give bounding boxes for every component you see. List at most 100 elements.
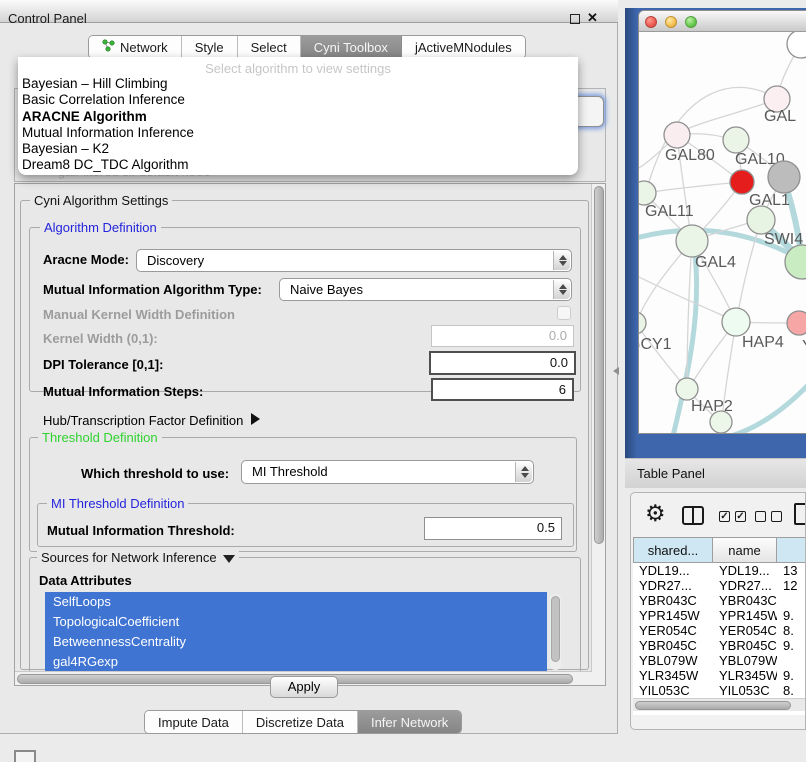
network-window-titlebar <box>639 11 806 32</box>
algorithm-option-2[interactable]: Basic Correlation Inference <box>18 92 578 108</box>
data-attribute-item[interactable]: TopologicalCoefficient <box>45 612 547 632</box>
table-cell: 8. <box>777 623 806 638</box>
manual-kernel-width-label: Manual Kernel Width Definition <box>43 307 235 322</box>
algorithm-option-3[interactable]: ARACNE Algorithm <box>18 109 578 125</box>
close-icon[interactable]: ✕ <box>587 10 598 26</box>
node-label: GAL11 <box>645 203 694 220</box>
column-header[interactable]: shared... <box>633 537 713 563</box>
table-header-row: shared...name <box>633 537 806 563</box>
table-row[interactable]: YBR045CYBR045C9. <box>633 638 806 653</box>
data-attribute-item[interactable]: SelfLoops <box>45 592 547 612</box>
table-row[interactable]: YLR345WYLR345W9. <box>633 668 806 683</box>
node-label: HAP4 <box>742 334 784 351</box>
tab-discretize-data[interactable]: Discretize Data <box>243 711 358 733</box>
select-all-checkboxes-icon[interactable]: ✓ ✓ <box>719 511 746 522</box>
tab-jactivemnodules[interactable]: jActiveMNodules <box>402 36 525 58</box>
minimize-traffic-light-icon[interactable] <box>665 16 677 28</box>
network-canvas[interactable]: GALGAL80GAL10GAL1GAL11SWI4GAL4GCY1HAP4YH… <box>639 32 806 434</box>
table-horizontal-scrollbar[interactable] <box>633 698 806 711</box>
stepper-icon <box>515 462 532 482</box>
tab-impute-data[interactable]: Impute Data <box>145 711 243 733</box>
network-node-gal80[interactable] <box>664 122 690 148</box>
table-cell: YBR043C <box>713 593 777 608</box>
hub-definition-expander[interactable]: Hub/Transcription Factor Definition <box>43 413 260 428</box>
settings-vertical-scrollbar[interactable] <box>591 184 605 685</box>
network-node-gal11[interactable] <box>639 181 656 205</box>
columns-icon[interactable] <box>682 506 704 525</box>
float-window-icon[interactable] <box>570 14 580 24</box>
sources-group-title[interactable]: Sources for Network Inference <box>37 550 239 565</box>
network-node[interactable] <box>787 32 806 58</box>
algorithm-option-5[interactable]: Bayesian – K2 <box>18 141 578 157</box>
document-icon[interactable] <box>794 503 806 525</box>
table-row[interactable]: YIL053CYIL053C8. <box>633 683 806 698</box>
apply-button[interactable]: Apply <box>270 676 338 698</box>
tab-network[interactable]: Network <box>89 36 182 58</box>
tab-select[interactable]: Select <box>238 36 301 58</box>
algorithm-option-4[interactable]: Mutual Information Inference <box>18 125 578 141</box>
scrollbar-thumb[interactable] <box>635 701 791 710</box>
tab-cyni-toolbox[interactable]: Cyni Toolbox <box>301 36 402 58</box>
kernel-width-field[interactable]: 0.0 <box>431 325 574 347</box>
mi-threshold-field[interactable]: 0.5 <box>424 517 562 540</box>
dpi-tolerance-label: DPI Tolerance [0,1]: <box>43 357 163 372</box>
table-row[interactable]: YDL19...YDL19...13 <box>633 563 806 578</box>
table-row[interactable]: YDR27...YDR27...12 <box>633 578 806 593</box>
table-cell: 9. <box>777 638 806 653</box>
collapse-down-icon <box>223 555 235 563</box>
table-settings-gear-icon[interactable]: ⚙ <box>645 500 666 527</box>
column-header[interactable]: name <box>713 537 777 563</box>
settings-content: Cyni Algorithm Settings Algorithm Defini… <box>16 185 592 671</box>
network-node-swi4[interactable] <box>747 206 775 234</box>
table-cell: YDR27... <box>633 578 713 593</box>
network-edge[interactable] <box>639 272 733 320</box>
scrollbar-thumb[interactable] <box>594 186 604 544</box>
table-row[interactable]: YBR043CYBR043C <box>633 593 806 608</box>
table-cell <box>777 593 806 608</box>
which-threshold-combobox[interactable]: MI Threshold <box>241 460 534 484</box>
close-traffic-light-icon[interactable] <box>645 16 657 28</box>
dpi-tolerance-field[interactable]: 0.0 <box>429 351 576 375</box>
data-attributes-list: SelfLoopsTopologicalCoefficientBetweenne… <box>45 592 547 671</box>
cyni-group-title: Cyni Algorithm Settings <box>30 193 172 208</box>
manual-kernel-width-checkbox[interactable] <box>557 306 571 320</box>
network-node[interactable] <box>710 411 732 433</box>
minimized-panel-icon[interactable] <box>14 750 36 762</box>
mi-steps-field[interactable]: 6 <box>431 378 574 401</box>
table-cell: YBR043C <box>633 593 713 608</box>
table-row[interactable]: YER054CYER054C8. <box>633 623 806 638</box>
deselect-all-checkboxes-icon[interactable] <box>755 511 782 522</box>
network-edge[interactable] <box>639 323 684 385</box>
data-attribute-item[interactable]: BetweennessCentrality <box>45 632 547 652</box>
network-edge[interactable] <box>647 182 742 193</box>
network-node-gal10[interactable] <box>723 127 749 153</box>
column-header[interactable] <box>777 537 806 563</box>
control-panel-tabs: Network Style Select Cyni Toolbox jActiv… <box>88 35 526 59</box>
network-node-gcy1[interactable] <box>639 312 646 334</box>
network-node-gal1[interactable] <box>730 170 754 194</box>
splitter-collapse-icon[interactable] <box>613 367 619 375</box>
tab-style[interactable]: Style <box>182 36 238 58</box>
table-cell: YLR345W <box>633 668 713 683</box>
algorithm-option-6[interactable]: Dream8 DC_TDC Algorithm <box>18 157 578 173</box>
table-cell: YIL053C <box>713 683 777 698</box>
aracne-mode-combobox[interactable]: Discovery <box>136 249 572 272</box>
network-graph[interactable]: GALGAL80GAL10GAL1GAL11SWI4GAL4GCY1HAP4YH… <box>639 32 806 434</box>
network-node[interactable] <box>768 161 800 193</box>
zoom-traffic-light-icon[interactable] <box>685 16 697 28</box>
data-attribute-item[interactable]: gal4RGexp <box>45 652 547 671</box>
table-cell: 8. <box>777 683 806 698</box>
network-node-hap2[interactable] <box>676 378 698 400</box>
attributes-scrollbar[interactable] <box>550 594 561 670</box>
network-node-gal4[interactable] <box>676 225 708 257</box>
table-cell: YLR345W <box>713 668 777 683</box>
network-node-y[interactable] <box>787 311 806 335</box>
table-row[interactable]: YPR145WYPR145W9. <box>633 608 806 623</box>
network-edge[interactable] <box>731 384 806 434</box>
control-panel-titlebar <box>0 0 618 23</box>
network-node-hap4[interactable] <box>722 308 750 336</box>
mi-algorithm-type-combobox[interactable]: Naive Bayes <box>279 278 572 301</box>
algorithm-option-1[interactable]: Bayesian – Hill Climbing <box>18 76 578 92</box>
table-row[interactable]: YBL079WYBL079W <box>633 653 806 668</box>
tab-infer-network[interactable]: Infer Network <box>358 711 461 733</box>
